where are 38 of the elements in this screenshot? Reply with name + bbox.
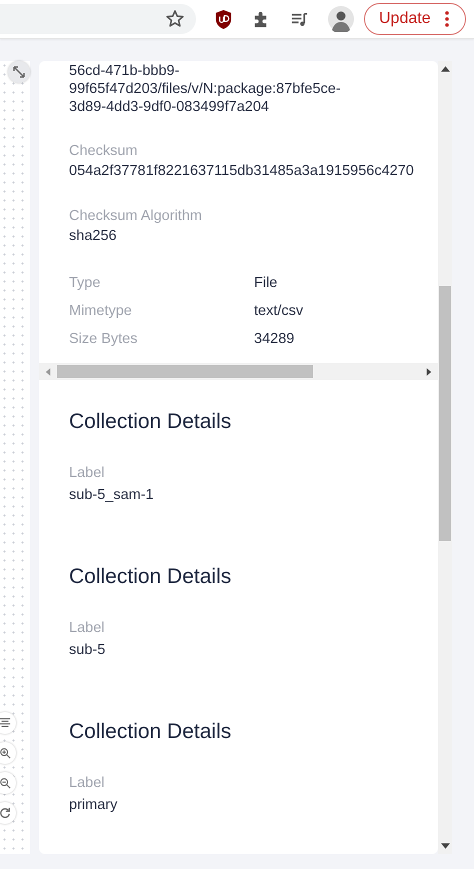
section-heading: Collection Details xyxy=(69,564,232,590)
reset-button[interactable] xyxy=(0,802,16,824)
section-heading: Collection Details xyxy=(69,719,232,745)
property-label: Size Bytes xyxy=(69,330,138,349)
zoom-out-button[interactable] xyxy=(0,772,16,794)
shield-icon[interactable] xyxy=(214,8,233,30)
more-icon[interactable] xyxy=(444,11,449,27)
zoom-out-icon xyxy=(0,777,11,789)
property-label: Mimetype xyxy=(69,302,133,321)
field-value: sub-5_sam-1 xyxy=(69,486,155,505)
field-value: primary xyxy=(69,796,118,815)
section-heading: Collection Details xyxy=(69,409,232,435)
avatar-icon[interactable] xyxy=(328,6,354,32)
scroll-right-icon[interactable] xyxy=(426,368,432,376)
field-value: 054a2f37781f8221637115db31485a3a1915956c4270 xyxy=(69,162,415,181)
field-value: sha256 xyxy=(69,227,118,246)
expand-button[interactable] xyxy=(8,61,30,83)
star-icon[interactable] xyxy=(165,9,185,29)
field-label: Label xyxy=(69,464,106,483)
expand-icon xyxy=(12,65,26,79)
field-value: sub-5 xyxy=(69,641,106,660)
field-label: Label xyxy=(69,619,106,638)
field-label: Label xyxy=(69,774,106,793)
property-value: 34289 xyxy=(254,330,296,349)
update-button[interactable]: Update xyxy=(364,3,466,35)
field-label: Checksum xyxy=(69,142,138,161)
scroll-up-icon[interactable] xyxy=(440,66,450,72)
align-button[interactable] xyxy=(0,712,16,734)
zoom-in-button[interactable] xyxy=(0,742,16,764)
file-url: 56cd-471b-bbb9- 99f65f47d203/files/v/N:package:87bfe5ce- 3d89-4dd3-9df0-083499f7a204 xyxy=(69,62,342,116)
align-icon xyxy=(0,717,11,729)
property-label: Type xyxy=(69,274,102,293)
refresh-icon xyxy=(0,807,11,819)
property-value: File xyxy=(254,274,278,293)
property-value: text/csv xyxy=(254,302,304,321)
zoom-in-icon xyxy=(0,747,11,759)
field-label: Checksum Algorithm xyxy=(69,207,203,226)
scroll-down-icon[interactable] xyxy=(440,843,450,849)
